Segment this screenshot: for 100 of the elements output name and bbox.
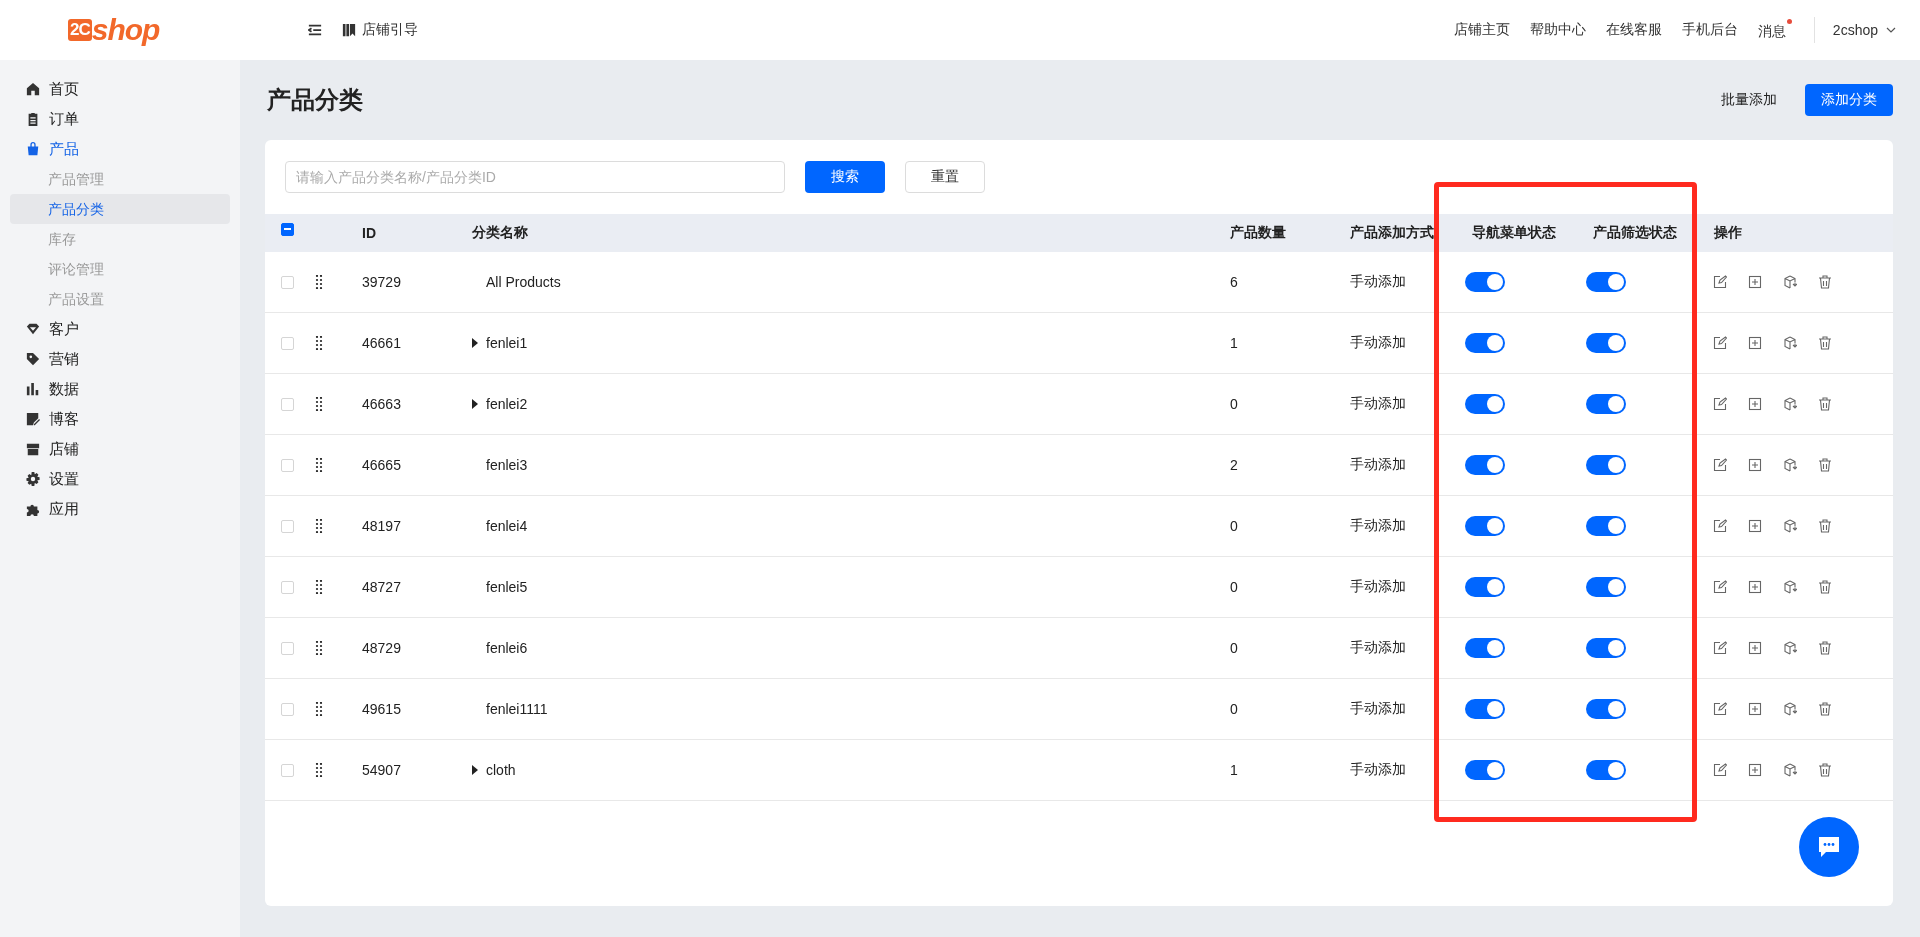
select-all-checkbox[interactable] [281, 222, 294, 236]
filter-toggle[interactable] [1586, 760, 1626, 780]
menu-icon[interactable] [308, 23, 322, 37]
drag-handle-icon[interactable] [315, 519, 323, 533]
add-icon[interactable] [1748, 702, 1762, 716]
row-checkbox[interactable] [281, 641, 294, 655]
cube-icon[interactable] [1783, 336, 1797, 350]
add-icon[interactable] [1748, 458, 1762, 472]
edit-icon[interactable] [1713, 275, 1727, 289]
add-category-button[interactable]: 添加分类 [1805, 84, 1893, 116]
messages-link[interactable]: 消息 [1757, 19, 1792, 41]
sidebar-subitem[interactable]: 产品分类 [10, 194, 230, 224]
nav-menu-toggle[interactable] [1465, 699, 1505, 719]
row-checkbox[interactable] [281, 336, 294, 350]
filter-toggle[interactable] [1586, 333, 1626, 353]
edit-icon[interactable] [1713, 458, 1727, 472]
filter-toggle[interactable] [1586, 272, 1626, 292]
cube-icon[interactable] [1783, 702, 1797, 716]
nav-link[interactable]: 店铺主页 [1453, 21, 1510, 39]
row-checkbox[interactable] [281, 397, 294, 411]
sidebar-item[interactable]: 营销 [0, 344, 240, 374]
drag-handle-icon[interactable] [315, 580, 323, 594]
row-checkbox[interactable] [281, 580, 294, 594]
trash-icon[interactable] [1818, 702, 1832, 716]
nav-menu-toggle[interactable] [1465, 516, 1505, 536]
trash-icon[interactable] [1818, 275, 1832, 289]
filter-toggle[interactable] [1586, 699, 1626, 719]
sidebar-item[interactable]: 应用 [0, 494, 240, 524]
bulk-add-button[interactable]: 批量添加 [1715, 90, 1783, 110]
row-checkbox[interactable] [281, 275, 294, 289]
nav-menu-toggle[interactable] [1465, 272, 1505, 292]
nav-menu-toggle[interactable] [1465, 455, 1505, 475]
edit-icon[interactable] [1713, 763, 1727, 777]
drag-handle-icon[interactable] [315, 275, 323, 289]
sidebar-item[interactable]: 订单 [0, 104, 240, 134]
row-checkbox[interactable] [281, 763, 294, 777]
sidebar-item[interactable]: 数据 [0, 374, 240, 404]
nav-link[interactable]: 帮助中心 [1529, 21, 1586, 39]
trash-icon[interactable] [1818, 580, 1832, 594]
edit-icon[interactable] [1713, 397, 1727, 411]
trash-icon[interactable] [1818, 336, 1832, 350]
expand-caret-icon[interactable] [472, 765, 478, 775]
add-icon[interactable] [1748, 519, 1762, 533]
cube-icon[interactable] [1783, 519, 1797, 533]
trash-icon[interactable] [1818, 641, 1832, 655]
filter-toggle[interactable] [1586, 455, 1626, 475]
add-icon[interactable] [1748, 641, 1762, 655]
search-field[interactable]: 请输入产品分类名称/产品分类ID [285, 161, 785, 193]
add-icon[interactable] [1748, 397, 1762, 411]
cube-icon[interactable] [1783, 641, 1797, 655]
sidebar-item[interactable]: 博客 [0, 404, 240, 434]
add-icon[interactable] [1748, 580, 1762, 594]
search-button[interactable]: 搜索 [805, 161, 885, 193]
drag-handle-icon[interactable] [315, 336, 323, 350]
nav-link[interactable]: 手机后台 [1681, 21, 1738, 39]
nav-menu-toggle[interactable] [1465, 760, 1505, 780]
sidebar-item[interactable]: 客户 [0, 314, 240, 344]
nav-menu-toggle[interactable] [1465, 577, 1505, 597]
trash-icon[interactable] [1818, 397, 1832, 411]
drag-handle-icon[interactable] [315, 702, 323, 716]
row-checkbox[interactable] [281, 702, 294, 716]
add-icon[interactable] [1748, 275, 1762, 289]
sidebar-item[interactable]: 首页 [0, 74, 240, 104]
edit-icon[interactable] [1713, 580, 1727, 594]
cube-icon[interactable] [1783, 763, 1797, 777]
drag-handle-icon[interactable] [315, 641, 323, 655]
trash-icon[interactable] [1818, 458, 1832, 472]
cube-icon[interactable] [1783, 275, 1797, 289]
edit-icon[interactable] [1713, 641, 1727, 655]
trash-icon[interactable] [1818, 763, 1832, 777]
filter-toggle[interactable] [1586, 577, 1626, 597]
filter-toggle[interactable] [1586, 516, 1626, 536]
expand-caret-icon[interactable] [472, 399, 478, 409]
sidebar-item[interactable]: 设置 [0, 464, 240, 494]
add-icon[interactable] [1748, 763, 1762, 777]
expand-caret-icon[interactable] [472, 338, 478, 348]
cube-icon[interactable] [1783, 458, 1797, 472]
edit-icon[interactable] [1713, 702, 1727, 716]
edit-icon[interactable] [1713, 336, 1727, 350]
row-checkbox[interactable] [281, 519, 294, 533]
cube-icon[interactable] [1783, 580, 1797, 594]
add-icon[interactable] [1748, 336, 1762, 350]
nav-link[interactable]: 在线客服 [1605, 21, 1662, 39]
trash-icon[interactable] [1818, 519, 1832, 533]
reset-button[interactable]: 重置 [905, 161, 985, 193]
row-checkbox[interactable] [281, 458, 294, 472]
account-menu[interactable]: 2cshop [1832, 22, 1896, 38]
nav-menu-toggle[interactable] [1465, 638, 1505, 658]
drag-handle-icon[interactable] [315, 397, 323, 411]
nav-menu-toggle[interactable] [1465, 333, 1505, 353]
filter-toggle[interactable] [1586, 394, 1626, 414]
drag-handle-icon[interactable] [315, 458, 323, 472]
edit-icon[interactable] [1713, 519, 1727, 533]
store-guide-link[interactable]: 店铺引导 [362, 21, 418, 39]
nav-menu-toggle[interactable] [1465, 394, 1505, 414]
filter-toggle[interactable] [1586, 638, 1626, 658]
drag-handle-icon[interactable] [315, 763, 323, 777]
cube-icon[interactable] [1783, 397, 1797, 411]
sidebar-item[interactable]: 产品 [0, 134, 240, 164]
sidebar-item[interactable]: 店铺 [0, 434, 240, 464]
